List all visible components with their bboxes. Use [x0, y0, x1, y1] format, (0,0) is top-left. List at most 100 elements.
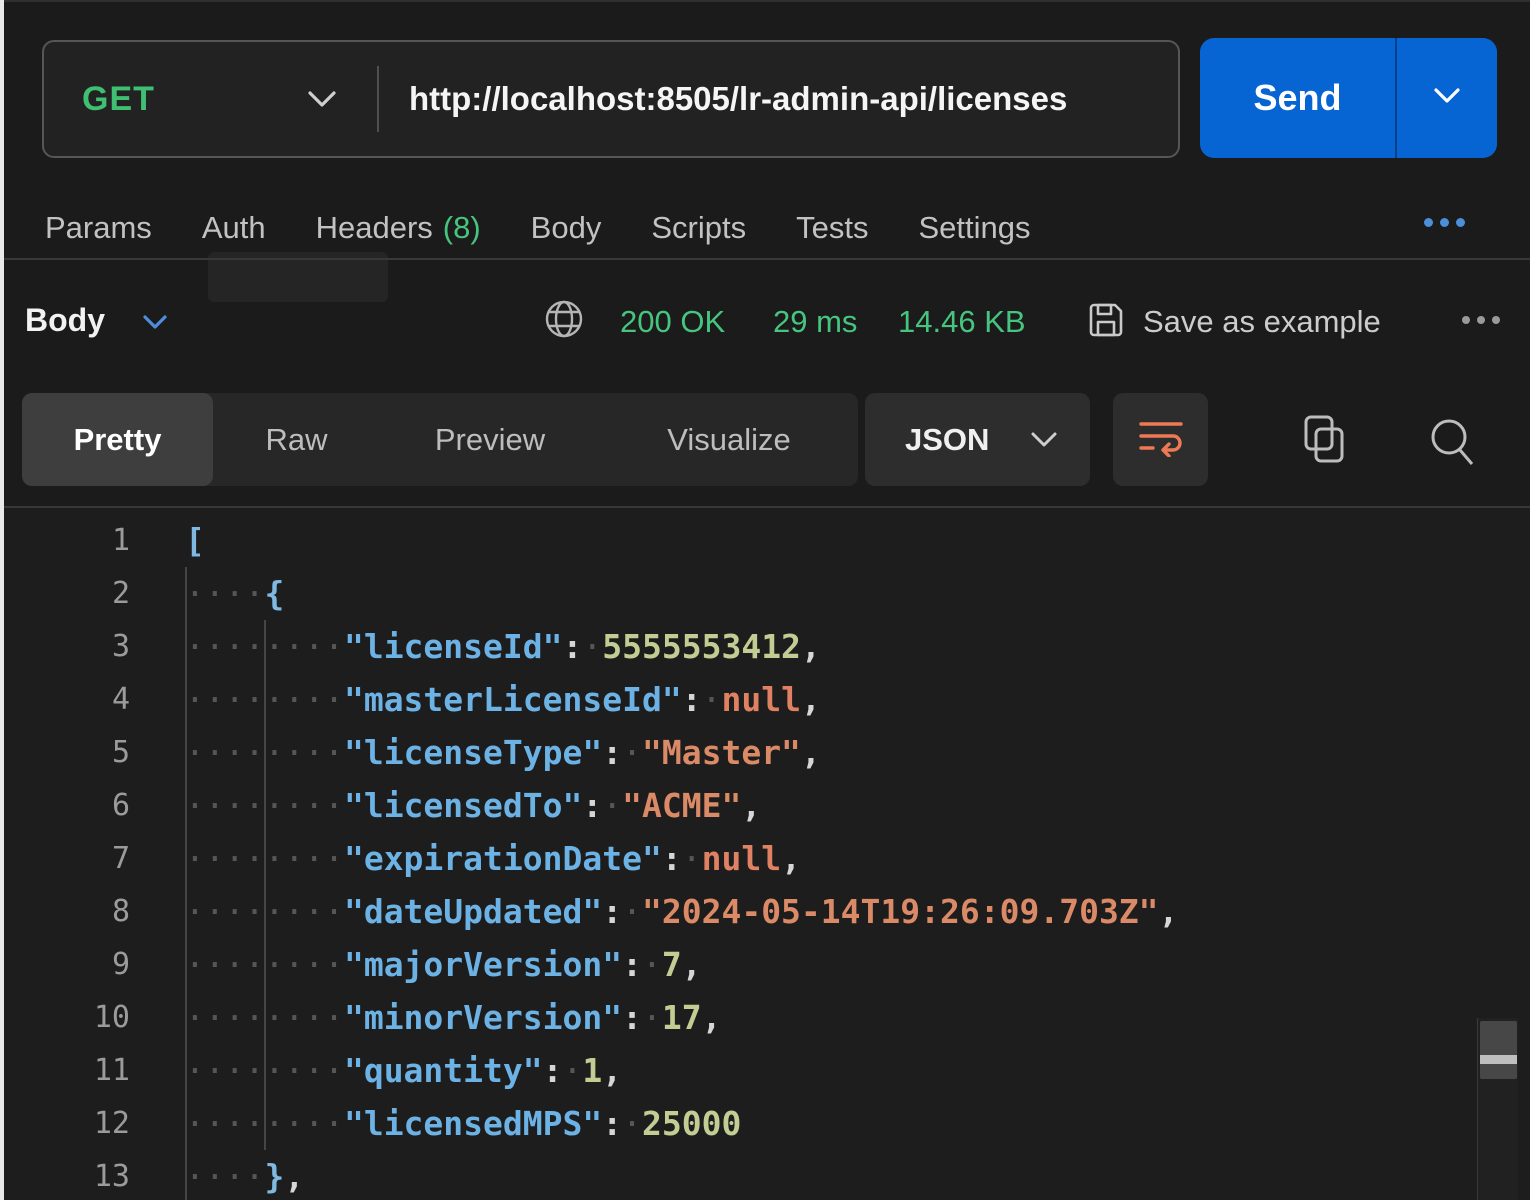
response-time[interactable]: 29 ms [773, 304, 857, 340]
request-tabs: Params Auth Headers(8) Body Scripts Tests Sett… [45, 196, 1030, 260]
view-tab-preview[interactable]: Preview [380, 393, 600, 486]
token-ws: ········ [185, 945, 344, 984]
token-ws: ········ [185, 680, 344, 719]
code-line: 13····}, [0, 1150, 1470, 1200]
request-tabs-row: Params Auth Headers(8) Body Scripts Tests Sett… [0, 196, 1530, 260]
response-size[interactable]: 14.46 KB [898, 304, 1026, 340]
code-line-content: [ [185, 521, 205, 560]
line-number: 12 [0, 1106, 130, 1141]
format-select[interactable]: JSON [865, 393, 1090, 486]
tab-label: Settings [918, 210, 1030, 246]
line-number: 9 [0, 947, 130, 982]
token-punct: , [284, 1157, 304, 1196]
more-options-icon[interactable] [1424, 218, 1465, 227]
response-toolbar: PrettyRawPreviewVisualize JSON [0, 393, 1530, 486]
tab-tests[interactable]: Tests [796, 210, 868, 246]
response-view-tabs: PrettyRawPreviewVisualize [22, 393, 858, 486]
code-line-content: ········"licenseType":·"Master", [185, 733, 821, 772]
wrap-text-button[interactable] [1113, 393, 1208, 486]
send-options-button[interactable] [1397, 38, 1497, 158]
tab-label: Headers [316, 210, 433, 246]
copy-button[interactable] [1300, 413, 1350, 472]
token-bracket: [ [185, 521, 205, 560]
token-num: 17 [662, 998, 702, 1037]
save-as-example-button[interactable]: Save as example [1143, 304, 1381, 340]
code-line: 5 ········"licenseType":·"Master", [0, 726, 1470, 779]
token-num: 1 [582, 1051, 602, 1090]
token-key: "licenseType" [344, 733, 602, 772]
token-punct: , [801, 733, 821, 772]
token-punct: : [682, 680, 702, 719]
wrap-text-icon [1137, 417, 1185, 462]
code-line-content: ········"dateUpdated":·"2024-05-14T19:26… [185, 892, 1178, 931]
code-line: 4········"masterLicenseId":·null, [0, 673, 1470, 726]
code-line: 6········"licensedTo":·"ACME", [0, 779, 1470, 832]
save-icon[interactable] [1084, 298, 1128, 347]
code-line: 1[ [0, 514, 1470, 567]
token-ws: · [682, 839, 702, 878]
token-key: "majorVersion" [344, 945, 622, 984]
token-punct: , [801, 680, 821, 719]
chevron-down-icon [1030, 431, 1058, 448]
token-str: "ACME" [622, 786, 741, 825]
status-badge[interactable]: 200 OK [620, 304, 725, 340]
token-punct: : [602, 1104, 622, 1143]
token-punct: , [602, 1051, 622, 1090]
scrollbar-track[interactable] [1477, 1018, 1518, 1200]
tab-params[interactable]: Params [45, 210, 152, 246]
view-tab-visualize[interactable]: Visualize [600, 393, 858, 486]
line-number: 11 [0, 1053, 130, 1088]
token-bracket: } [264, 1157, 284, 1196]
token-ws: · [602, 786, 622, 825]
globe-icon[interactable] [543, 298, 585, 345]
response-meta-row: Body 200 OK 29 ms 14.46 KB Save as examp… [0, 292, 1530, 358]
line-number: 7 [0, 841, 130, 876]
chevron-down-icon[interactable] [142, 314, 168, 335]
token-ws: · [582, 627, 602, 666]
token-ws: · [622, 1104, 642, 1143]
code-line: 10········"minorVersion":·17, [0, 991, 1470, 1044]
token-null: null [702, 839, 781, 878]
token-ws: · [642, 998, 662, 1037]
view-tab-raw[interactable]: Raw [213, 393, 380, 486]
token-punct: : [622, 998, 642, 1037]
code-line: 9········"majorVersion":·7, [0, 938, 1470, 991]
code-line-content: ········"minorVersion":·17, [185, 998, 721, 1037]
send-button[interactable]: Send [1200, 38, 1395, 158]
more-options-icon[interactable] [1462, 316, 1500, 324]
tab-label: Auth [202, 210, 266, 246]
token-ws: ········ [185, 1104, 344, 1143]
token-key: "minorVersion" [344, 998, 622, 1037]
token-ws: ········ [185, 786, 344, 825]
code-line: 8········"dateUpdated":·"2024-05-14T19:2… [0, 885, 1470, 938]
tab-auth[interactable]: Auth [202, 210, 266, 246]
token-str: "Master" [642, 733, 801, 772]
method-select[interactable]: GET [44, 42, 377, 156]
response-section-label[interactable]: Body [25, 302, 105, 339]
token-key: "licenseId" [344, 627, 563, 666]
token-punct: , [741, 786, 761, 825]
window-border-left [0, 0, 4, 1200]
url-input[interactable] [379, 42, 1178, 156]
view-tab-pretty[interactable]: Pretty [22, 393, 213, 486]
tab-headers[interactable]: Headers(8) [316, 210, 481, 246]
method-label: GET [82, 80, 155, 119]
tab-scripts[interactable]: Scripts [651, 210, 746, 246]
code-line-content: ········"licenseId":·5555553412, [185, 627, 821, 666]
token-ws: ········ [185, 733, 344, 772]
tab-settings[interactable]: Settings [918, 210, 1030, 246]
token-punct: : [602, 733, 622, 772]
search-button[interactable] [1426, 413, 1478, 472]
code-line-content: ········"licensedMPS":·25000 [185, 1104, 741, 1143]
line-number: 5 [0, 735, 130, 770]
token-key: "expirationDate" [344, 839, 662, 878]
scrollbar-thumb[interactable] [1480, 1021, 1517, 1079]
tab-body[interactable]: Body [531, 210, 602, 246]
token-bracket: { [264, 574, 284, 613]
request-url-bar: GET [42, 40, 1180, 158]
token-num: 25000 [642, 1104, 741, 1143]
tabs-divider [0, 258, 1530, 260]
token-ws: · [642, 945, 662, 984]
tab-label: Scripts [651, 210, 746, 246]
code-line-content: ········"majorVersion":·7, [185, 945, 702, 984]
